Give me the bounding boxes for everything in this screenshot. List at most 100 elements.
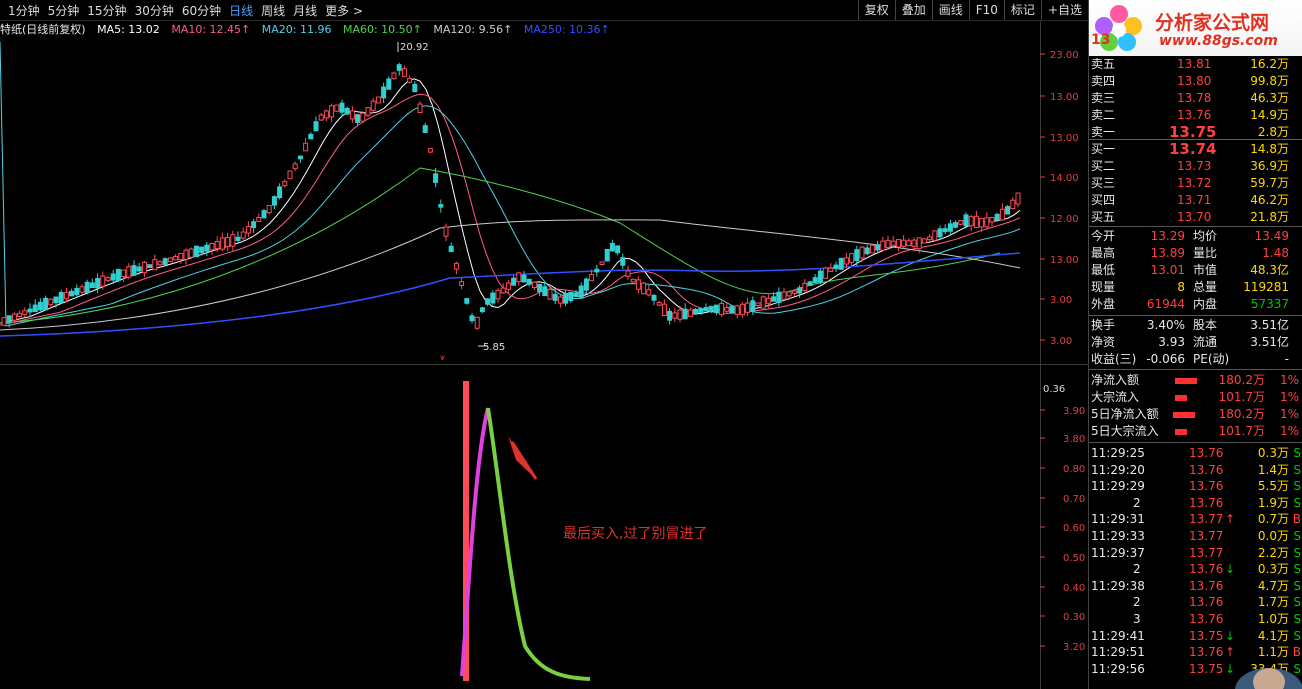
price-tick-label: 13.00 xyxy=(1050,92,1079,103)
tool-button-4[interactable]: 标记 xyxy=(1003,0,1041,20)
bid-price: 13.70 xyxy=(1177,210,1212,224)
price-tick-label: 3.00 xyxy=(1050,336,1072,347)
tick-side: S xyxy=(1293,595,1301,610)
tick-price: 13.76 xyxy=(1189,479,1224,494)
candle-body xyxy=(37,301,43,311)
period-tab-1[interactable]: 5分钟 xyxy=(48,2,80,19)
candle-body xyxy=(334,104,340,112)
flow-divider xyxy=(1089,369,1302,370)
ask-volume: 99.8万 xyxy=(1250,74,1289,88)
tick-time: 2 xyxy=(1133,495,1141,510)
candle-body xyxy=(927,236,933,241)
candle-body xyxy=(386,78,392,90)
tick-time: 11:29:25 xyxy=(1091,446,1145,460)
period-tab-8[interactable]: 更多 > xyxy=(325,2,363,19)
flow-percent: 1% xyxy=(1279,373,1299,387)
bid-label: 买五 xyxy=(1091,210,1116,224)
tick-arrow: ↑ xyxy=(1225,512,1236,527)
candle-body xyxy=(734,305,740,315)
tick-time: 11:29:20 xyxy=(1091,462,1145,477)
candle-body xyxy=(43,297,49,311)
tool-button-5[interactable]: +自选 xyxy=(1040,0,1088,20)
candle-body xyxy=(745,302,751,313)
bid-volume: 21.8万 xyxy=(1250,210,1289,224)
flow-value: 101.7万 xyxy=(1218,424,1265,438)
bid-label: 买三 xyxy=(1091,176,1116,190)
flow-bar xyxy=(1173,412,1195,418)
period-tab-6[interactable]: 周线 xyxy=(261,2,285,19)
stat-row: 现量 8 总量 119281 xyxy=(1089,279,1302,296)
candle-body xyxy=(979,217,985,228)
stat-value: 13.01 xyxy=(1150,263,1185,277)
candle-body xyxy=(308,133,314,140)
stat-value: 119281 xyxy=(1243,280,1289,294)
candle-body xyxy=(329,105,335,118)
tick-time: 11:29:37 xyxy=(1091,545,1145,560)
stat-value: 1.48 xyxy=(1262,246,1289,260)
candle-body xyxy=(417,103,423,113)
price-tick-label: 23.00 xyxy=(1050,50,1079,61)
stat-value: 3.51亿 xyxy=(1250,318,1289,332)
tool-button-3[interactable]: F10 xyxy=(968,0,1004,20)
ask-price: 13.80 xyxy=(1177,74,1212,88)
tick-price: 13.76 xyxy=(1189,595,1224,610)
period-tab-5[interactable]: 日线 xyxy=(229,2,253,19)
tick-volume: 2.2万 xyxy=(1257,545,1289,560)
candle-body xyxy=(469,315,475,322)
candle-body xyxy=(916,237,922,250)
ask-row: 卖二 13.76 14.9万 xyxy=(1089,107,1302,124)
tool-button-0[interactable]: 复权 xyxy=(857,0,895,20)
bid-row: 买三 13.72 59.7万 xyxy=(1089,175,1302,192)
candle-body xyxy=(828,267,834,272)
period-tabs: 1分钟 5分钟 15分钟 30分钟 60分钟 日线 周线 月线 更多 > xyxy=(0,2,363,19)
candle-body xyxy=(100,275,106,287)
period-tab-7[interactable]: 月线 xyxy=(293,2,317,19)
candle-body xyxy=(360,112,366,122)
candle-body xyxy=(797,287,803,294)
stat-label: 市值 xyxy=(1193,263,1218,277)
indicator-tick-label: 0.70 xyxy=(1063,494,1085,505)
bid-price: 13.71 xyxy=(1177,193,1212,207)
tick-time: 3 xyxy=(1133,612,1141,626)
tick-row: 11:29:29 13.76 5.5万 S xyxy=(1089,478,1302,495)
ask-label: 卖四 xyxy=(1091,74,1116,88)
candle-body xyxy=(209,243,215,251)
tool-button-1[interactable]: 叠加 xyxy=(894,0,932,20)
candle-body xyxy=(583,278,589,291)
ma10-label: MA10: 12.45↑ xyxy=(171,23,251,36)
period-tab-4[interactable]: 60分钟 xyxy=(182,2,221,19)
stat-value: 48.3亿 xyxy=(1250,263,1289,277)
candle-body xyxy=(526,278,532,285)
period-tab-3[interactable]: 30分钟 xyxy=(135,2,174,19)
tick-row: 2 13.76 1.9万 S xyxy=(1089,495,1302,512)
candle-body xyxy=(199,246,205,253)
kline-chart[interactable]: 23.00 13.00 13.00 14.00 12.00 13.00 3.00 3.00 2… xyxy=(0,38,1088,363)
candle-body xyxy=(256,217,262,222)
candle-body xyxy=(802,282,808,292)
period-tab-2[interactable]: 15分钟 xyxy=(87,2,126,19)
tick-time: 2 xyxy=(1133,595,1141,610)
candle-body xyxy=(620,257,626,266)
candle-body xyxy=(422,125,428,133)
indicator-tick-label: 0.50 xyxy=(1063,553,1085,564)
flow-percent: 1% xyxy=(1279,407,1299,421)
indicator-tick-label: 0.30 xyxy=(1063,612,1085,623)
candle-body xyxy=(849,253,855,263)
tick-side: S xyxy=(1293,612,1301,626)
ask-volume: 46.3万 xyxy=(1250,91,1289,105)
candle-body xyxy=(282,181,288,187)
bid-row: 买一 13.74 14.8万 xyxy=(1089,141,1302,158)
candle-body xyxy=(1010,199,1016,210)
candle-body xyxy=(297,155,303,160)
bid-volume: 36.9万 xyxy=(1250,159,1289,173)
period-tab-0[interactable]: 1分钟 xyxy=(8,2,40,19)
candle-body xyxy=(396,64,402,71)
bid-volume: 46.2万 xyxy=(1250,193,1289,207)
candle-body xyxy=(630,278,636,283)
arrow-shaft xyxy=(510,441,538,480)
candle-body xyxy=(381,86,387,99)
flow-bar xyxy=(1175,395,1187,401)
indicator-chart[interactable]: 0.36 3.90 3.80 0.80 0.70 0.60 0.50 0.40 0.30 3.2… xyxy=(0,366,1088,689)
tool-button-2[interactable]: 画线 xyxy=(931,0,969,20)
candle-body xyxy=(355,114,361,123)
